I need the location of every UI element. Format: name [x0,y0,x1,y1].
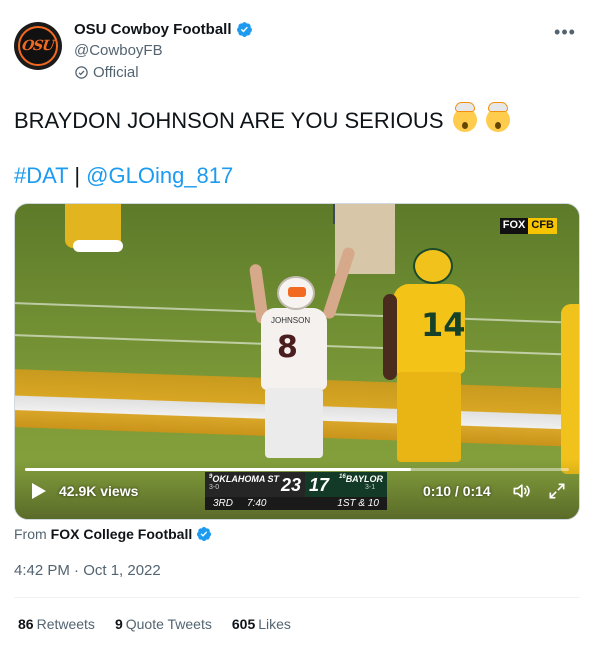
exploding-head-emoji-icon [485,102,510,132]
play-icon[interactable] [31,482,47,500]
stat-label: Retweets [36,616,95,632]
avatar-logo-text: OSU [21,38,55,54]
hashtag-link[interactable]: #DAT [14,163,68,188]
network-tag: CFB [528,218,557,234]
network-logo: FOX CFB [499,218,557,234]
stat-count: 605 [231,616,256,632]
engagement-stats: 86 Retweets 9 Quote Tweets 605 Likes [18,616,291,632]
background-player-shoe [73,240,123,252]
edge-player [561,304,579,474]
mention-link[interactable]: @GLOing_817 [86,163,233,188]
fullscreen-icon[interactable] [547,481,567,501]
video-controls: 42.9K views 0:10 / 0:14 [15,469,579,519]
network-name: FOX [499,218,529,234]
tag-separator: | [68,163,87,188]
tweet-tags: #DAT | @GLOing_817 [14,163,233,189]
verified-badge-icon [236,22,252,37]
source-prefix: From [14,526,47,542]
official-check-icon [75,66,88,79]
more-options-icon[interactable]: ••• [552,22,578,42]
divider [14,597,580,598]
osu-player: JOHNSON 8 [248,245,357,464]
player-pants [265,388,323,458]
stat-label: Likes [258,616,291,632]
tweet-body: BRAYDON JOHNSON ARE YOU SERIOUS [14,108,444,133]
player-helmet [413,248,453,284]
author-handle[interactable]: @CowboyFB [74,42,253,59]
volume-icon[interactable] [511,481,531,501]
verified-badge-icon [197,527,212,541]
author-name[interactable]: OSU Cowboy Football [74,21,253,38]
jersey-number: 14 [421,306,466,344]
tweet-header: OSU OSU Cowboy Football @CowboyFB Offici… [14,20,580,90]
video-player[interactable]: JOHNSON 8 14 FOX CFB 9OKLAHOMA ST 3-0 23… [14,203,580,520]
player-helmet [277,276,315,310]
likes-stat[interactable]: 605 Likes [232,616,291,632]
view-count: 42.9K views [59,483,139,499]
stat-label: Quote Tweets [125,616,212,632]
media-source: From FOX College Football [14,526,212,542]
official-label: Official [74,64,253,81]
retweets-stat[interactable]: 86 Retweets [18,616,95,632]
video-time: 0:10 / 0:14 [423,483,491,499]
stat-count: 9 [114,616,123,632]
jersey-number: 8 [277,330,298,365]
baylor-player: 14 [383,244,475,494]
avatar[interactable]: OSU [14,22,62,70]
author-display-name[interactable]: OSU Cowboy Football [74,21,232,38]
jersey-name: JOHNSON [271,316,311,325]
osu-logo: OSU [18,26,58,66]
tweet-timestamp[interactable]: 4:42 PM · Oct 1, 2022 [14,562,161,579]
player-pants [397,372,461,462]
player-arm [383,294,397,380]
official-text: Official [93,64,139,81]
quote-tweets-stat[interactable]: 9 Quote Tweets [115,616,212,632]
tweet-text: BRAYDON JOHNSON ARE YOU SERIOUS [14,102,580,135]
author-info: OSU Cowboy Football @CowboyFB Official [74,21,253,81]
exploding-head-emoji-icon [452,102,477,132]
stat-count: 86 [18,616,34,632]
source-link[interactable]: FOX College Football [51,526,193,542]
